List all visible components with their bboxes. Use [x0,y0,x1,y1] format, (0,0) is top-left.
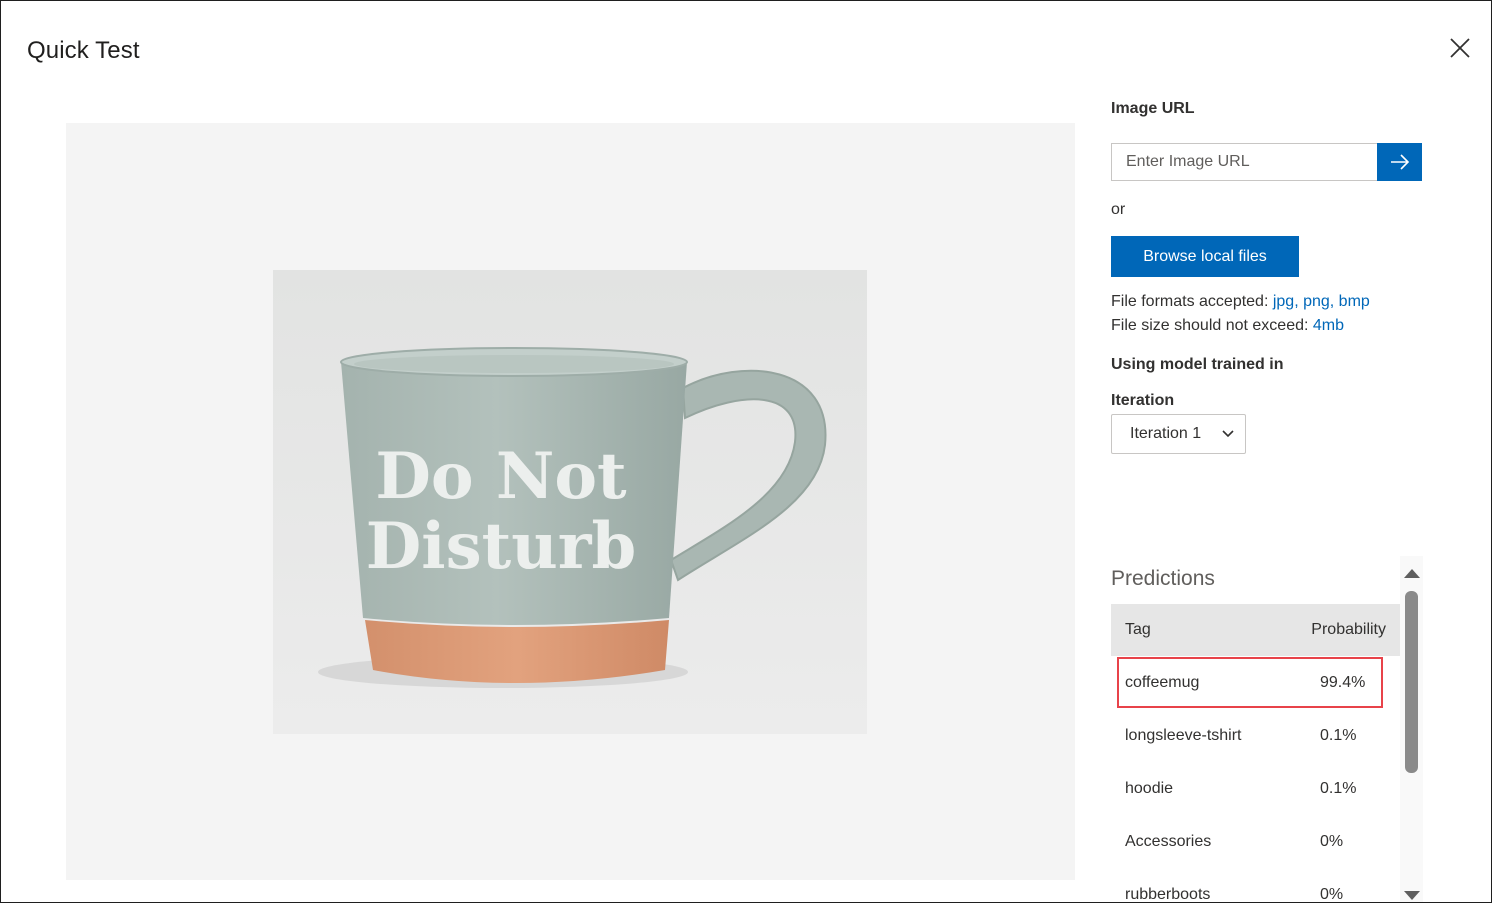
predictions-scrollbar[interactable] [1400,556,1423,902]
tag-cell: coffeemug [1125,673,1200,691]
table-row: Accessories 0% [1111,815,1400,868]
quick-test-dialog: Quick Test Do Not Disturb Image URL Ente… [0,0,1492,903]
image-preview-panel: Do Not Disturb [66,123,1075,880]
predictions-table: Tag Probability coffeemug 99.4% longslee… [1111,604,1400,903]
scroll-down-arrow-icon[interactable] [1404,891,1420,900]
table-row: hoodie 0.1% [1111,762,1400,815]
table-row: rubberboots 0% [1111,868,1400,903]
column-header-tag: Tag [1125,621,1151,638]
mug-text-line-2: Disturb [366,509,636,584]
file-size-link[interactable]: 4mb [1313,317,1344,334]
file-size-info: File size should not exceed: 4mb [1111,317,1344,335]
iteration-dropdown[interactable]: Iteration 1 [1111,414,1246,454]
mug-text-line-1: Do Not [375,439,627,514]
table-row: coffeemug 99.4% [1111,656,1400,709]
file-formats-link[interactable]: jpg, png, bmp [1273,293,1370,310]
chevron-down-icon [1222,430,1234,438]
file-formats-prefix: File formats accepted: [1111,293,1273,310]
or-separator: or [1111,201,1126,218]
file-formats-info: File formats accepted: jpg, png, bmp [1111,293,1370,311]
scrollbar-thumb[interactable] [1405,591,1418,773]
arrow-right-icon [1390,154,1409,170]
coffee-mug-image: Do Not Disturb [273,270,867,734]
submit-url-button[interactable] [1377,143,1422,181]
close-button[interactable] [1447,35,1473,61]
tag-cell: Accessories [1125,832,1212,850]
dialog-title: Quick Test [27,37,140,64]
probability-cell: 99.4% [1320,673,1366,691]
column-header-probability: Probability [1311,621,1386,638]
probability-cell: 0.1% [1320,726,1357,744]
tag-cell: rubberboots [1125,885,1211,903]
browse-local-files-button[interactable]: Browse local files [1111,236,1299,277]
predictions-table-header: Tag Probability [1111,604,1400,656]
scroll-up-arrow-icon[interactable] [1404,569,1420,578]
model-heading: Using model trained in [1111,356,1284,373]
close-icon [1450,38,1470,58]
tag-cell: longsleeve-tshirt [1125,726,1242,744]
iteration-selected-value: Iteration 1 [1130,425,1202,442]
predictions-title: Predictions [1111,567,1215,590]
probability-cell: 0% [1320,885,1344,903]
iteration-label: Iteration [1111,392,1175,409]
test-options-panel: Image URL or Browse local files File for… [1111,1,1431,903]
tag-cell: hoodie [1125,779,1174,797]
file-size-prefix: File size should not exceed: [1111,317,1313,334]
probability-cell: 0% [1320,832,1344,850]
table-row: longsleeve-tshirt 0.1% [1111,709,1400,762]
probability-cell: 0.1% [1320,779,1357,797]
image-url-label: Image URL [1111,100,1195,117]
image-url-input[interactable] [1111,143,1377,181]
